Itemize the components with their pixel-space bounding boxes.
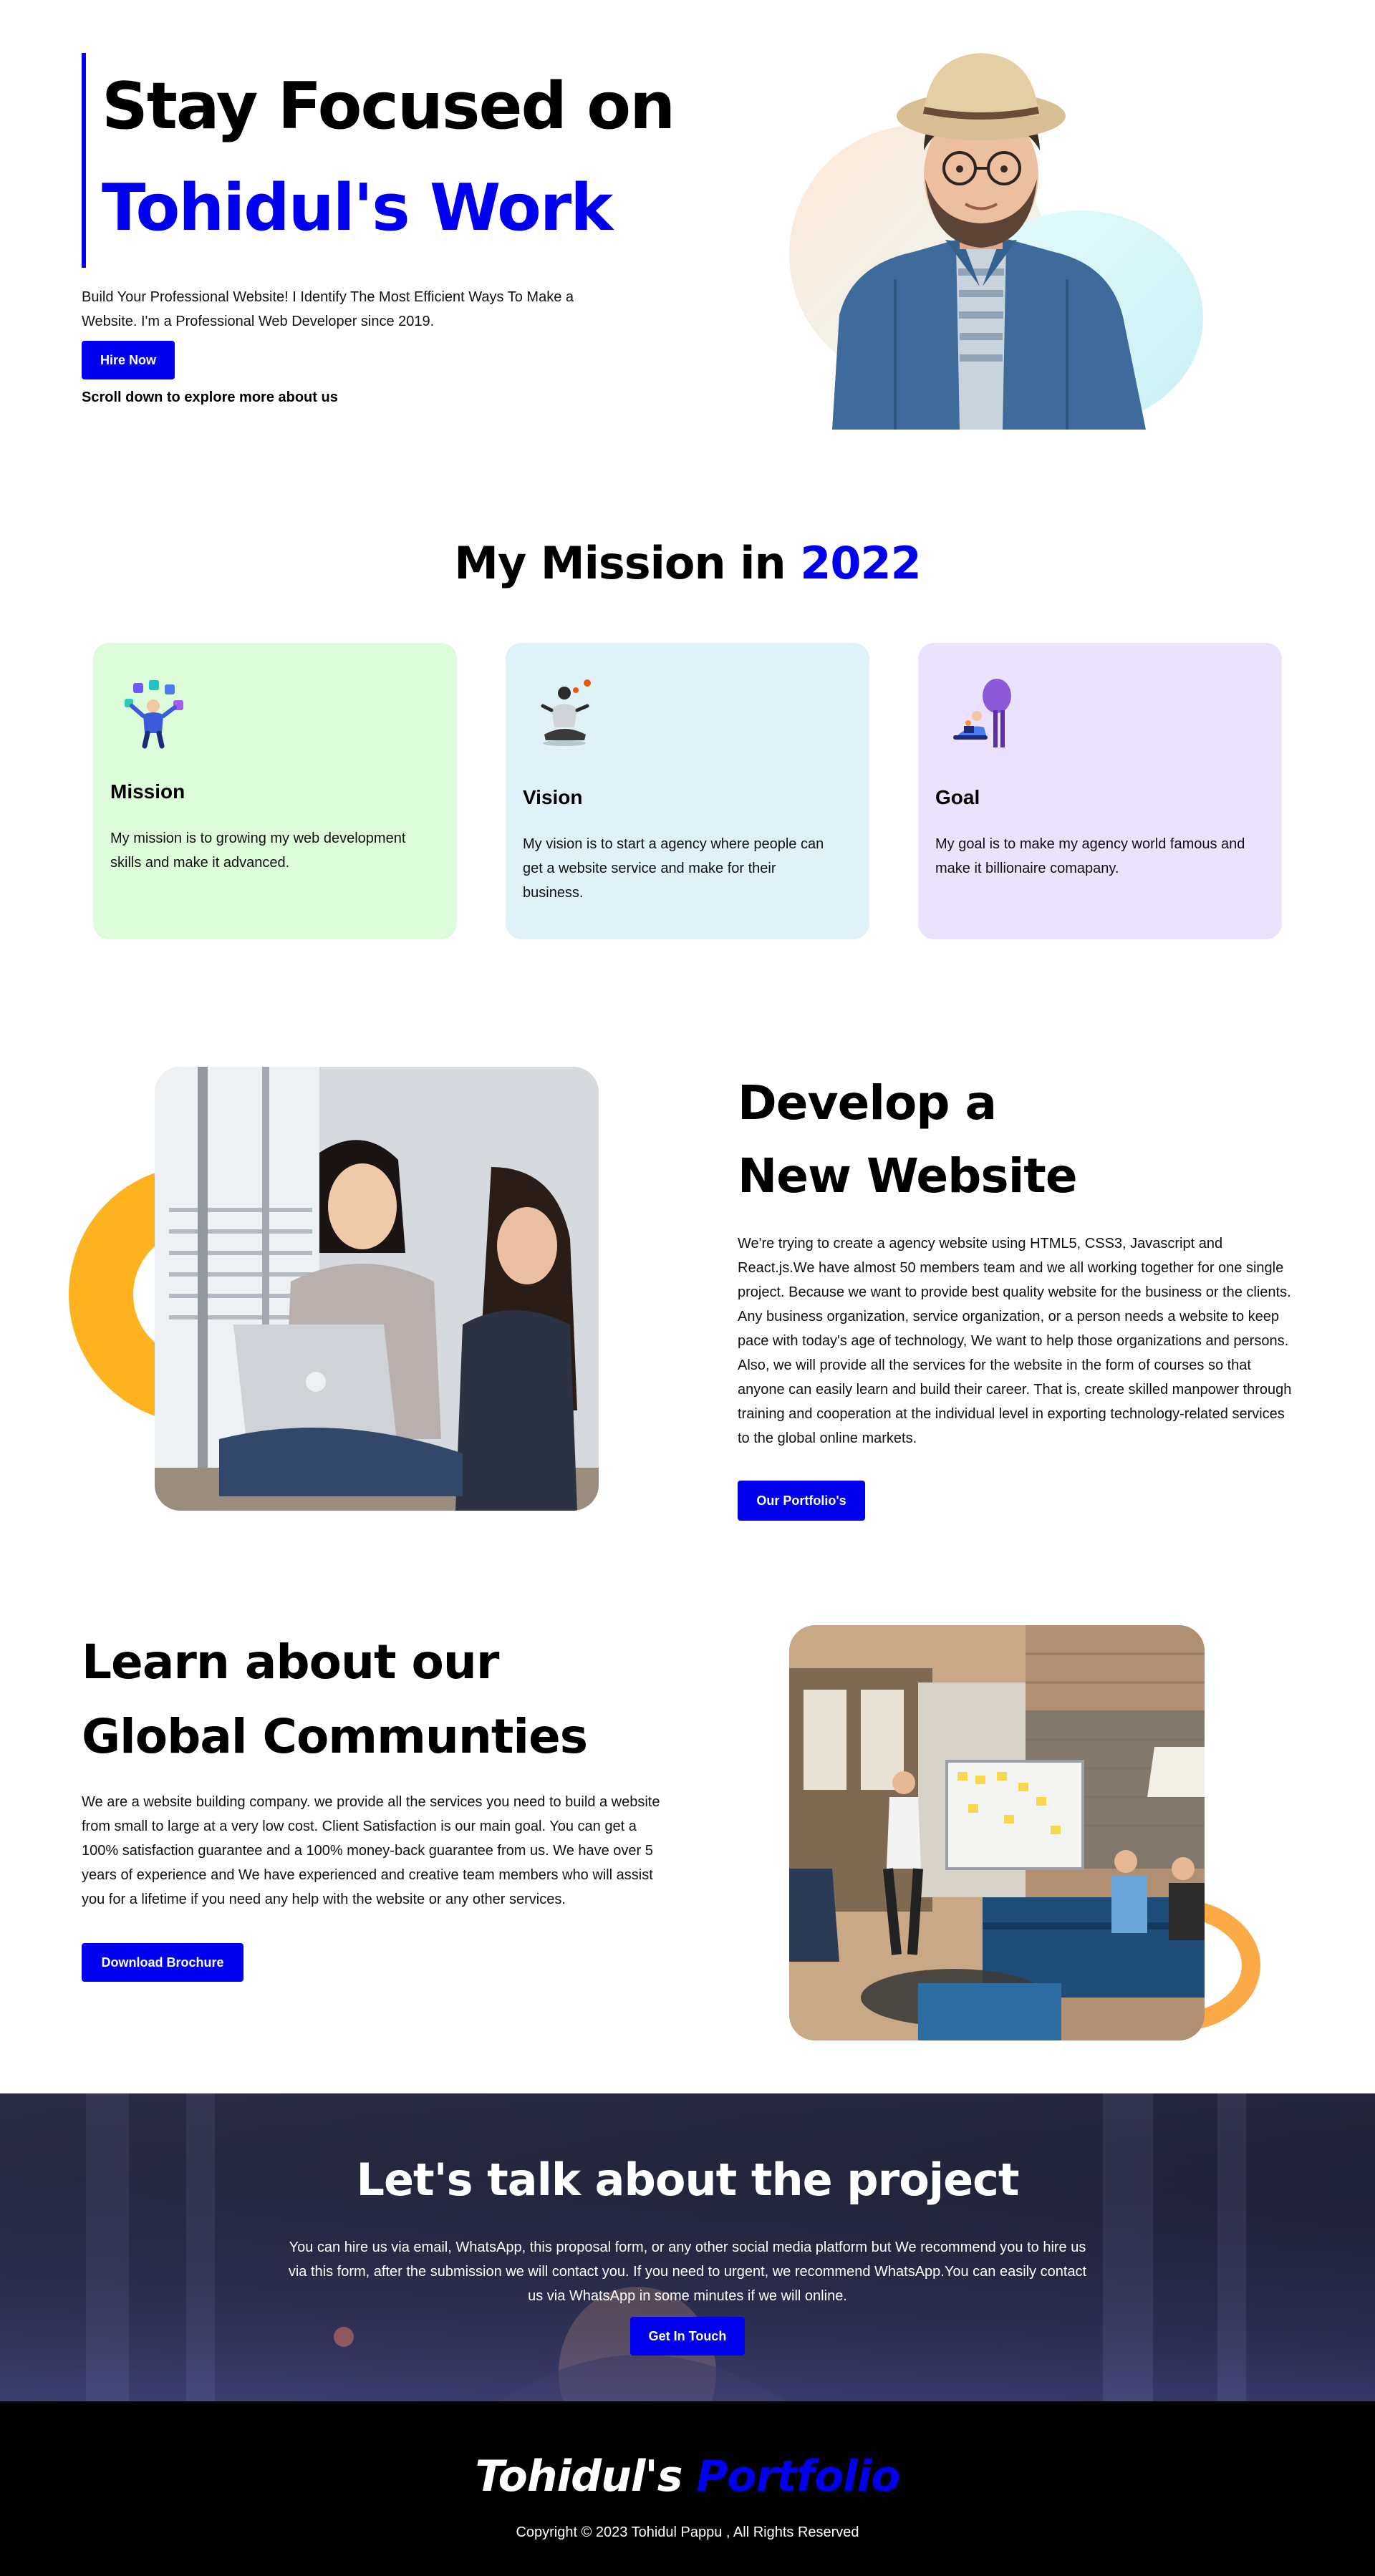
our-portfolio-button[interactable]: Our Portfolio's xyxy=(738,1481,865,1521)
mission-title-year: 2022 xyxy=(800,537,922,589)
page: Stay Focused on Tohidul's Work Build You… xyxy=(0,0,1375,2576)
learn-description: We are a website building company. we pr… xyxy=(82,1794,660,1907)
footer: Tohidul's Portfolio Copyright © 2023 Toh… xyxy=(0,2401,1375,2576)
meditation-icon xyxy=(541,679,591,746)
download-brochure-button[interactable]: Download Brochure xyxy=(82,1943,243,1982)
develop-title-line2: New Website xyxy=(738,1148,1078,1204)
mission-title-prefix: My Mission in xyxy=(454,537,786,589)
copyright-text: Copyright © 2023 Tohidul Pappu , All Rig… xyxy=(516,2524,859,2540)
juggler-icon xyxy=(125,680,183,749)
man-portrait-image xyxy=(832,53,1146,430)
develop-section-title: Develop a New Website xyxy=(738,1067,1282,1213)
vision-card-title: Vision xyxy=(523,786,583,808)
team-meeting-image xyxy=(789,1625,1205,2040)
goal-card: Goal My goal is to make my agency world … xyxy=(918,643,1282,939)
footer-brand: Tohidul's Portfolio xyxy=(0,2451,1375,2502)
develop-description: We're trying to create a agency website … xyxy=(738,1236,1292,1446)
mission-card: Mission My mission is to growing my web … xyxy=(93,643,457,939)
hero-title-block: Stay Focused on Tohidul's Work xyxy=(82,53,675,268)
contact-section: Let's talk about the project You can hir… xyxy=(0,2093,1375,2401)
developers-photo xyxy=(155,1067,599,1511)
develop-title-line1: Develop a xyxy=(738,1075,997,1130)
hero-section: Stay Focused on Tohidul's Work Build You… xyxy=(0,0,1375,458)
vision-card-text: My vision is to start a agency where peo… xyxy=(523,836,824,901)
hire-now-button[interactable]: Hire Now xyxy=(82,341,175,379)
two-women-laptop-image xyxy=(155,1067,599,1511)
learn-section-title: Learn about our Global Communties xyxy=(82,1625,655,1774)
hero-description: Build Your Professional Website! I Ident… xyxy=(82,289,574,329)
learn-title-line2: Global Communties xyxy=(82,1709,588,1764)
community-photo xyxy=(789,1625,1205,2040)
mission-section-title: My Mission in 2022 xyxy=(0,537,1375,589)
vision-card: Vision My vision is to start a agency wh… xyxy=(506,643,869,939)
get-in-touch-button[interactable]: Get In Touch xyxy=(630,2317,745,2355)
hero-portrait xyxy=(788,50,1210,430)
learn-title-line1: Learn about our xyxy=(82,1635,499,1690)
footer-brand-accent: Portfolio xyxy=(696,2451,900,2502)
hero-title-line1: Stay Focused on xyxy=(102,69,675,144)
mission-card-text: My mission is to growing my web developm… xyxy=(110,831,406,871)
goal-person-icon xyxy=(953,679,1011,747)
footer-brand-name: Tohidul's xyxy=(475,2451,682,2502)
goal-card-title: Goal xyxy=(935,786,980,808)
scroll-hint: Scroll down to explore more about us xyxy=(82,389,338,405)
goal-card-text: My goal is to make my agency world famou… xyxy=(935,836,1245,876)
mission-card-title: Mission xyxy=(110,780,185,803)
contact-description: You can hire us via email, WhatsApp, thi… xyxy=(288,2240,1087,2304)
contact-title: Let's talk about the project xyxy=(356,2154,1019,2206)
hero-title-line2: Tohidul's Work xyxy=(102,170,613,246)
